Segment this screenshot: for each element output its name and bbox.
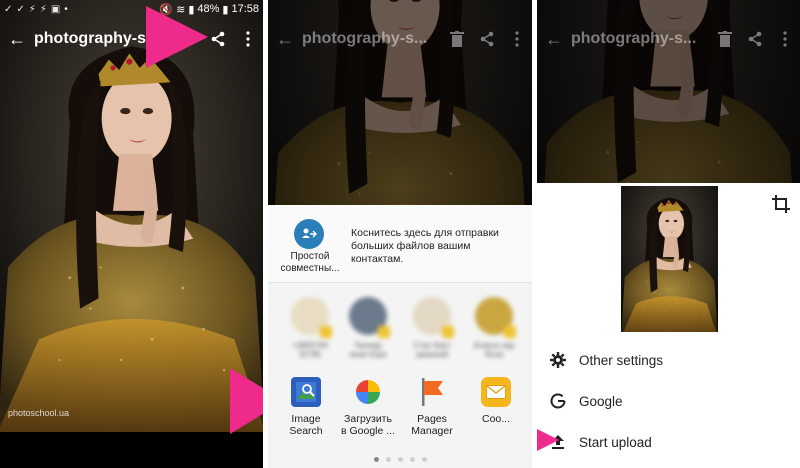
- direct-share-row[interactable]: Простой совместны... Коснитесь здесь для…: [268, 205, 532, 283]
- delete-button[interactable]: [710, 31, 740, 47]
- share-app-email[interactable]: Coo...: [466, 377, 526, 425]
- more-icon: •: [64, 3, 68, 15]
- contact-suggestions: +3800794 32785 Чепиар иная Юра Стас Кант…: [268, 297, 532, 375]
- avatar: [349, 297, 390, 338]
- overflow-menu-button[interactable]: [502, 31, 532, 47]
- other-settings-item[interactable]: Other settings: [537, 340, 800, 380]
- menu-label: Start upload: [579, 434, 652, 450]
- more-vert-icon: [515, 31, 519, 47]
- google-photos-icon: [353, 377, 383, 407]
- crop-icon: [772, 195, 790, 213]
- direct-share-hint: Коснитесь здесь для отправки больших фай…: [351, 227, 499, 265]
- start-upload-item[interactable]: Start upload: [537, 422, 800, 462]
- email-icon: [481, 377, 511, 407]
- page-dot[interactable]: [409, 457, 415, 462]
- avatar: [291, 297, 332, 338]
- crop-button[interactable]: [772, 195, 790, 218]
- share-button[interactable]: [740, 31, 770, 47]
- page-dot-active[interactable]: [373, 457, 379, 462]
- share-icon: [480, 31, 494, 47]
- back-arrow-icon[interactable]: ←: [537, 29, 571, 50]
- share-icon: [748, 31, 762, 47]
- check-icon: ✓: [4, 3, 13, 15]
- simple-share-icon: [294, 219, 324, 249]
- image-icon: ▣: [50, 3, 61, 15]
- screen-gallery-view: photoschool.ua ✓ ✓ ⚡ ⚡ ▣ • 🔇 ≋ ▮ 48% ▮ 17:58 ← pho…: [0, 0, 263, 468]
- image-search-icon: [291, 377, 321, 407]
- more-vert-icon: [246, 31, 250, 47]
- more-vert-icon: [783, 31, 787, 47]
- app-label: Coo...: [481, 413, 510, 425]
- page-dot[interactable]: [397, 457, 403, 462]
- avatar: [413, 297, 454, 338]
- simple-share-label: Простой совместны...: [280, 251, 340, 274]
- screen-share-sheet: ← photography-s... Простой совместны... …: [268, 0, 532, 468]
- page-dot[interactable]: [385, 457, 391, 462]
- back-arrow-icon[interactable]: ←: [268, 29, 302, 50]
- clock: 17:58: [231, 3, 259, 15]
- share-app-grid: Image Search Загрузить в Google ... Page…: [268, 377, 532, 447]
- contact-target[interactable]: Чепиар иная Юра: [346, 297, 390, 359]
- share-app-pages-manager[interactable]: Pages Manager: [402, 377, 462, 437]
- battery-icon: ▮: [222, 3, 229, 16]
- overflow-menu-button[interactable]: [770, 31, 800, 47]
- page-indicator: [268, 457, 532, 462]
- status-bar: ✓ ✓ ⚡ ⚡ ▣ • 🔇 ≋ ▮ 48% ▮ 17:58: [0, 0, 263, 18]
- app-label: Pages Manager: [411, 413, 453, 437]
- photo-viewer[interactable]: photoschool.ua: [0, 0, 263, 432]
- contact-target[interactable]: Стас Кант умжений: [410, 297, 454, 359]
- trash-icon: [718, 31, 732, 47]
- share-app-image-search[interactable]: Image Search: [276, 377, 336, 437]
- avatar: [475, 297, 516, 338]
- check-icon: ✓: [16, 3, 25, 15]
- highlight-arrow: [146, 6, 208, 68]
- pages-manager-icon: [417, 377, 447, 407]
- overflow-menu-button[interactable]: [233, 31, 263, 47]
- highlight-arrow: [537, 429, 559, 451]
- app-label: Загрузить в Google ...: [340, 413, 396, 437]
- app-label: Image Search: [289, 413, 323, 437]
- status-bar: [268, 0, 532, 18]
- share-icon: [211, 31, 225, 47]
- status-bar: [537, 0, 800, 18]
- contact-target[interactable]: +3800794 32785: [288, 297, 332, 359]
- menu-label: Other settings: [579, 352, 664, 368]
- highlight-arrow: [230, 368, 263, 434]
- bolt-icon: ⚡: [39, 3, 47, 15]
- upload-thumbnail: [621, 186, 718, 332]
- app-bar: ← photography-s: [0, 18, 263, 60]
- photo-watermark: photoschool.ua: [8, 408, 70, 418]
- delete-button[interactable]: [442, 31, 472, 47]
- menu-label: Google: [579, 393, 623, 409]
- photo-title: photography-s...: [571, 30, 697, 47]
- gear-icon: [537, 352, 579, 368]
- trash-icon: [450, 31, 464, 47]
- contact-target[interactable]: Алексе кар Ясна: [472, 297, 516, 359]
- screen-upload-options: ← photography-s... Other settings Google: [537, 0, 800, 468]
- share-sheet: Простой совместны... Коснитесь здесь для…: [268, 205, 532, 468]
- share-button[interactable]: [472, 31, 502, 47]
- google-item[interactable]: Google: [537, 381, 800, 421]
- app-bar: ← photography-s...: [268, 18, 532, 60]
- bolt-icon: ⚡: [28, 3, 36, 15]
- page-dot[interactable]: [421, 457, 427, 462]
- app-bar: ← photography-s...: [537, 18, 800, 60]
- share-app-google-photos[interactable]: Загрузить в Google ...: [338, 377, 398, 437]
- back-arrow-icon[interactable]: ←: [0, 29, 34, 50]
- photo-title: photography-s...: [302, 30, 428, 47]
